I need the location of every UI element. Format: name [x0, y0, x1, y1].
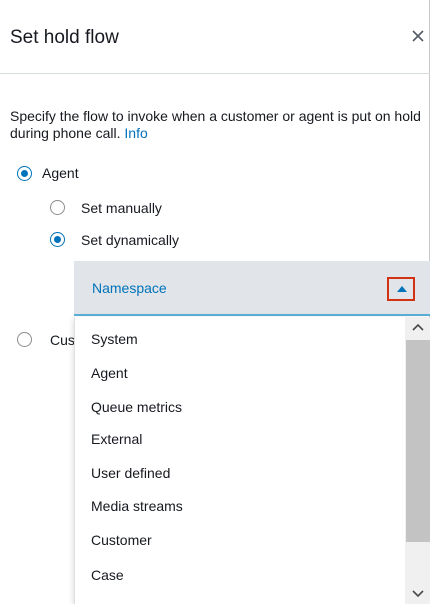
description-text: Specify the flow to invoke when a custom…	[10, 108, 421, 141]
dropdown-scrollbar[interactable]	[405, 317, 430, 604]
panel-header: Set hold flow	[0, 0, 430, 74]
set-dynamically-radio[interactable]	[50, 232, 65, 247]
set-manually-label[interactable]: Set manually	[81, 200, 162, 216]
set-manually-radio[interactable]	[50, 200, 65, 215]
namespace-select-label: Namespace	[92, 280, 167, 296]
customer-radio-label[interactable]: Cus	[50, 332, 75, 348]
option-case[interactable]: Case	[91, 567, 124, 583]
namespace-select[interactable]: Namespace	[74, 261, 430, 316]
set-dynamically-label[interactable]: Set dynamically	[81, 232, 179, 248]
option-media-streams[interactable]: Media streams	[91, 498, 183, 514]
close-button[interactable]	[408, 24, 430, 46]
option-user-defined[interactable]: User defined	[91, 465, 170, 481]
customer-radio[interactable]	[17, 332, 32, 347]
panel-title: Set hold flow	[10, 27, 119, 48]
option-agent[interactable]: Agent	[91, 365, 128, 381]
chevron-up-icon	[412, 323, 424, 331]
option-queue-metrics[interactable]: Queue metrics	[91, 399, 182, 415]
option-external[interactable]: External	[91, 431, 142, 447]
option-system[interactable]: System	[91, 331, 138, 347]
caret-up-icon[interactable]	[387, 277, 415, 301]
agent-radio[interactable]	[17, 166, 32, 181]
scroll-down-button[interactable]	[405, 582, 430, 604]
scroll-thumb[interactable]	[406, 340, 430, 542]
scroll-up-button[interactable]	[405, 317, 430, 339]
set-hold-flow-panel: Set hold flow Specify the flow to invoke…	[0, 0, 430, 604]
close-icon	[412, 30, 424, 42]
option-customer[interactable]: Customer	[91, 532, 152, 548]
agent-radio-label[interactable]: Agent	[42, 165, 79, 181]
chevron-down-icon	[412, 590, 424, 598]
info-link[interactable]: Info	[124, 125, 147, 141]
namespace-dropdown-list: System Agent Queue metrics External User…	[74, 317, 430, 604]
flow-description: Specify the flow to invoke when a custom…	[10, 108, 428, 142]
